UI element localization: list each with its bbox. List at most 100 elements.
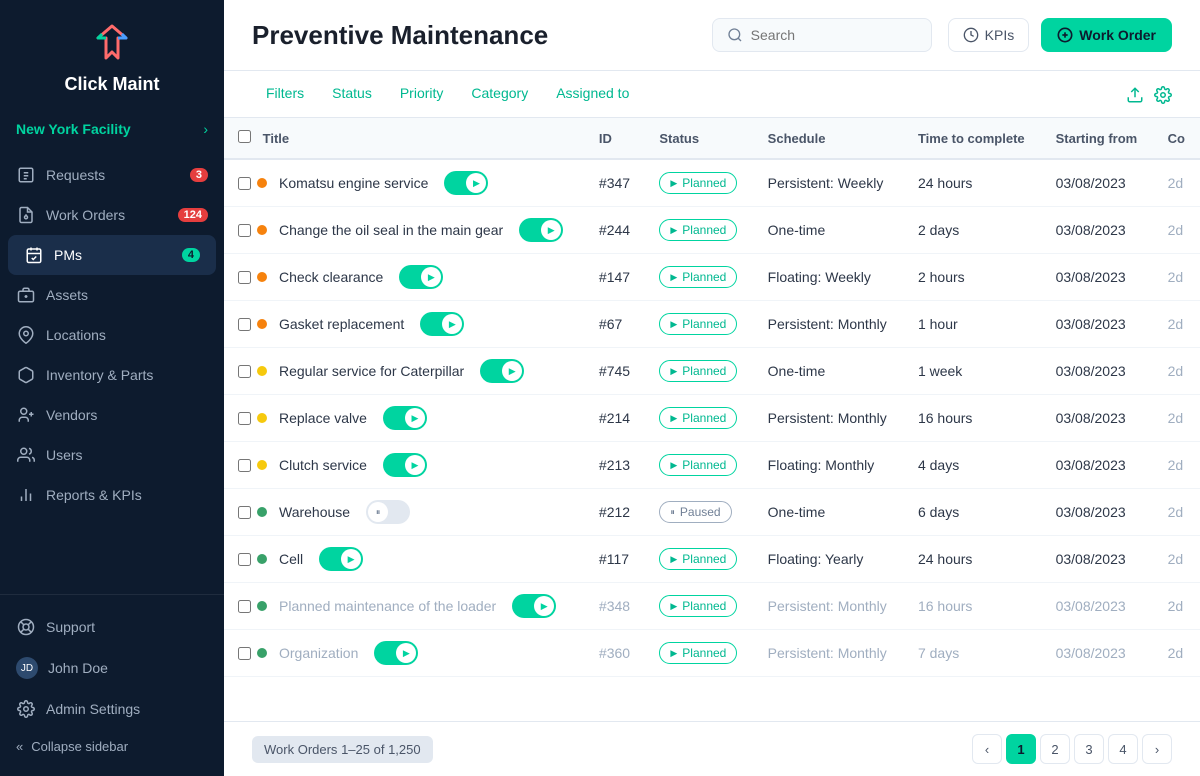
upload-icon[interactable] bbox=[1126, 84, 1144, 105]
status-badge: ▶ Planned bbox=[659, 266, 737, 288]
filter-tab-priority[interactable]: Priority bbox=[386, 71, 458, 117]
table-header: Title ID Status Schedule Time to complet… bbox=[224, 118, 1200, 159]
toggle-knob: ▶ bbox=[341, 549, 361, 569]
sidebar-item-pms[interactable]: PMs 4 bbox=[8, 235, 216, 275]
row-checkbox[interactable] bbox=[238, 459, 251, 472]
row-checkbox[interactable] bbox=[238, 600, 251, 613]
filter-icons bbox=[1126, 84, 1172, 105]
kpi-button[interactable]: KPIs bbox=[948, 18, 1030, 52]
toggle-switch[interactable]: ▶ bbox=[420, 312, 464, 336]
sidebar-item-support[interactable]: Support bbox=[0, 607, 224, 647]
reports-icon bbox=[16, 485, 36, 505]
sidebar-item-label: Locations bbox=[46, 327, 106, 343]
id-cell: #214 bbox=[585, 395, 645, 442]
col-checkbox: Title bbox=[224, 118, 585, 159]
filter-bar: Filters Status Priority Category Assigne… bbox=[224, 71, 1200, 118]
select-all-checkbox[interactable] bbox=[238, 130, 251, 143]
sidebar-item-locations[interactable]: Locations bbox=[0, 315, 224, 355]
toggle-switch[interactable]: ▶ bbox=[319, 547, 363, 571]
page-1-button[interactable]: 1 bbox=[1006, 734, 1036, 764]
toggle-switch[interactable]: ▶ bbox=[512, 594, 556, 618]
title-text: Warehouse bbox=[279, 504, 350, 520]
row-checkbox[interactable] bbox=[238, 506, 251, 519]
title-cell: Replace valve ▶ bbox=[224, 395, 585, 442]
toggle-switch[interactable]: ▶ bbox=[399, 265, 443, 289]
status-cell: ▶ Planned bbox=[645, 536, 753, 583]
toggle-switch[interactable]: ⏸ bbox=[366, 500, 410, 524]
row-checkbox[interactable] bbox=[238, 177, 251, 190]
status-cell: ▶ Planned bbox=[645, 395, 753, 442]
toggle-switch[interactable]: ▶ bbox=[480, 359, 524, 383]
status-icon: ▶ bbox=[670, 601, 677, 612]
toggle-switch[interactable]: ▶ bbox=[383, 453, 427, 477]
pagination-info: Work Orders 1–25 of 1,250 bbox=[252, 742, 433, 757]
next-page-button[interactable]: › bbox=[1142, 734, 1172, 764]
work-order-button[interactable]: Work Order bbox=[1041, 18, 1172, 52]
sidebar-item-work-orders[interactable]: Work Orders 124 bbox=[0, 195, 224, 235]
toggle-switch[interactable]: ▶ bbox=[444, 171, 488, 195]
title-text: Change the oil seal in the main gear bbox=[279, 222, 503, 238]
sidebar-item-admin-settings[interactable]: Admin Settings bbox=[0, 689, 224, 729]
col-time: Time to complete bbox=[904, 118, 1042, 159]
kpi-label: KPIs bbox=[985, 27, 1015, 43]
sidebar-item-vendors[interactable]: Vendors bbox=[0, 395, 224, 435]
page-2-button[interactable]: 2 bbox=[1040, 734, 1070, 764]
starting-cell: 03/08/2023 bbox=[1042, 536, 1154, 583]
collapse-sidebar-button[interactable]: « Collapse sidebar bbox=[0, 729, 224, 764]
status-cell: ▶ Planned bbox=[645, 630, 753, 677]
sidebar-item-reports-kpis[interactable]: Reports & KPIs bbox=[0, 475, 224, 515]
filter-tab-status[interactable]: Status bbox=[318, 71, 386, 117]
filter-tab-assigned-to[interactable]: Assigned to bbox=[542, 71, 643, 117]
table-row: Komatsu engine service ▶ #347 ▶ Planned … bbox=[224, 159, 1200, 207]
sidebar-item-users[interactable]: Users bbox=[0, 435, 224, 475]
co-cell: 2d bbox=[1154, 348, 1200, 395]
status-badge: ▶ Planned bbox=[659, 172, 737, 194]
title-text: Gasket replacement bbox=[279, 316, 404, 332]
toggle-knob: ▶ bbox=[541, 220, 561, 240]
status-cell: ▶ Planned bbox=[645, 348, 753, 395]
support-icon bbox=[16, 617, 36, 637]
status-badge: ▶ Planned bbox=[659, 548, 737, 570]
pause-icon: ⏸ bbox=[376, 507, 381, 518]
toggle-knob: ▶ bbox=[405, 455, 425, 475]
row-checkbox[interactable] bbox=[238, 412, 251, 425]
filter-tab-filters[interactable]: Filters bbox=[252, 71, 318, 117]
page-4-button[interactable]: 4 bbox=[1108, 734, 1138, 764]
title-cell: Regular service for Caterpillar ▶ bbox=[224, 348, 585, 395]
filter-tab-category[interactable]: Category bbox=[457, 71, 542, 117]
row-checkbox[interactable] bbox=[238, 318, 251, 331]
prev-page-button[interactable]: ‹ bbox=[972, 734, 1002, 764]
search-input[interactable] bbox=[751, 27, 901, 43]
time-cell: 24 hours bbox=[904, 536, 1042, 583]
page-3-button[interactable]: 3 bbox=[1074, 734, 1104, 764]
row-checkbox[interactable] bbox=[238, 224, 251, 237]
priority-dot bbox=[257, 178, 267, 188]
table-row: Warehouse ⏸ #212 ⏸ Paused One-time 6 day… bbox=[224, 489, 1200, 536]
col-schedule: Schedule bbox=[754, 118, 904, 159]
toggle-switch[interactable]: ▶ bbox=[383, 406, 427, 430]
search-box[interactable] bbox=[712, 18, 932, 52]
status-badge: ▶ Planned bbox=[659, 642, 737, 664]
table-row: Clutch service ▶ #213 ▶ Planned Floating… bbox=[224, 442, 1200, 489]
row-checkbox[interactable] bbox=[238, 553, 251, 566]
toggle-switch[interactable]: ▶ bbox=[374, 641, 418, 665]
row-checkbox[interactable] bbox=[238, 365, 251, 378]
inventory-icon bbox=[16, 365, 36, 385]
row-checkbox[interactable] bbox=[238, 647, 251, 660]
col-co: Co bbox=[1154, 118, 1200, 159]
sidebar-item-assets[interactable]: Assets bbox=[0, 275, 224, 315]
row-checkbox[interactable] bbox=[238, 271, 251, 284]
priority-dot bbox=[257, 225, 267, 235]
toggle-switch[interactable]: ▶ bbox=[519, 218, 563, 242]
settings-icon[interactable] bbox=[1154, 84, 1172, 105]
status-icon: ⏸ bbox=[670, 507, 675, 518]
sidebar-item-user[interactable]: JD John Doe bbox=[0, 647, 224, 689]
priority-dot bbox=[257, 460, 267, 470]
sidebar-item-inventory-parts[interactable]: Inventory & Parts bbox=[0, 355, 224, 395]
facility-selector[interactable]: New York Facility › bbox=[0, 111, 224, 147]
collapse-arrows-icon: « bbox=[16, 739, 23, 754]
play-icon: ▶ bbox=[411, 413, 418, 424]
status-icon: ▶ bbox=[670, 225, 677, 236]
schedule-cell: Persistent: Monthly bbox=[754, 583, 904, 630]
sidebar-item-requests[interactable]: Requests 3 bbox=[0, 155, 224, 195]
